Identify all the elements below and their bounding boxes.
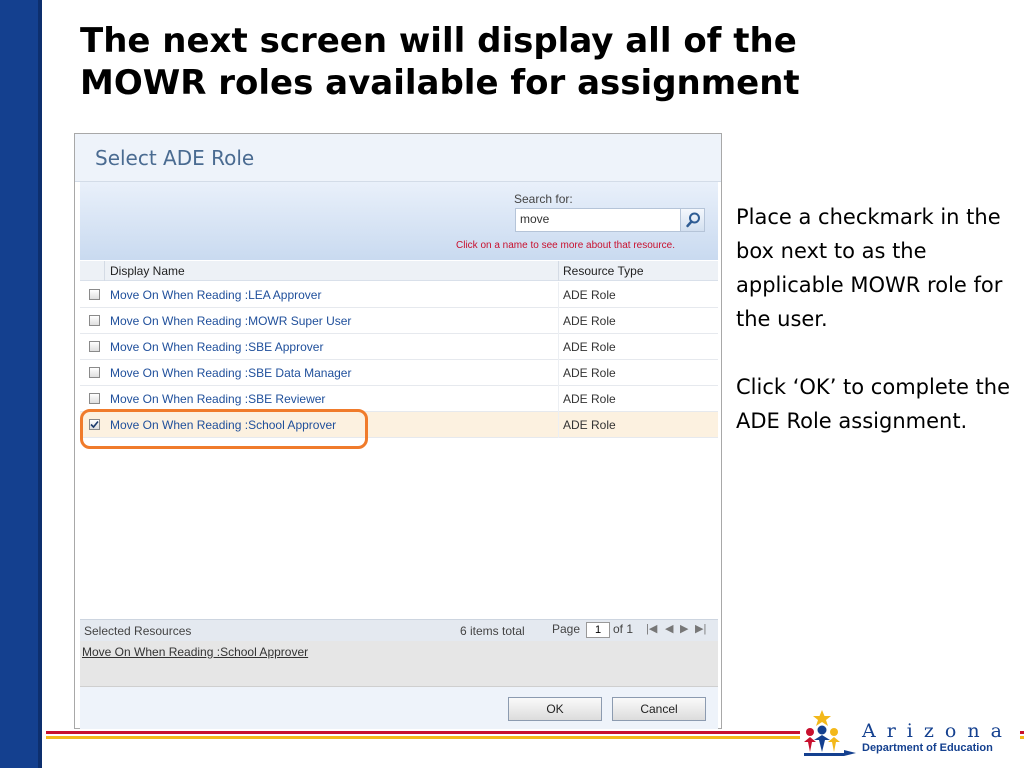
column-separator	[558, 360, 559, 386]
ok-button[interactable]: OK	[508, 697, 602, 721]
column-separator	[104, 261, 105, 281]
checkmark-icon	[90, 420, 99, 429]
row-checkbox[interactable]	[89, 341, 100, 352]
column-separator	[558, 282, 559, 308]
logo-wordmark: Arizona	[862, 720, 1013, 742]
column-header-display-name[interactable]: Display Name	[110, 264, 185, 278]
arizona-ade-logo-icon	[804, 710, 856, 756]
logo-subtitle: Department of Education	[862, 742, 993, 754]
slide-left-bar	[0, 0, 42, 768]
items-total: 6 items total	[460, 624, 525, 638]
table-row[interactable]: Move On When Reading :SBE Reviewer ADE R…	[80, 386, 718, 412]
prev-page-icon[interactable]: ◀	[665, 622, 673, 635]
slide-title-line-1: The next screen will display all of the	[80, 21, 797, 61]
pager-bar: Selected Resources 6 items total Page of…	[80, 619, 718, 641]
next-page-icon[interactable]: ▶	[680, 622, 688, 635]
column-separator	[558, 334, 559, 360]
page-of-label: of 1	[613, 622, 634, 636]
first-page-icon[interactable]: |◀	[646, 622, 657, 635]
dialog-title: Select ADE Role	[95, 146, 255, 170]
table-row[interactable]: Move On When Reading :SBE Approver ADE R…	[80, 334, 718, 360]
row-display-name-link[interactable]: Move On When Reading :LEA Approver	[110, 288, 321, 302]
arizona-ade-logo: Arizona Department of Education	[800, 704, 1020, 764]
search-box	[515, 208, 705, 232]
selected-resources-label: Selected Resources	[84, 624, 192, 638]
select-ade-role-dialog: Select ADE Role Search for: Click on a n…	[74, 133, 722, 729]
row-checkbox[interactable]	[89, 289, 100, 300]
row-display-name-link[interactable]: Move On When Reading :School Approver	[110, 418, 336, 432]
row-display-name-link[interactable]: Move On When Reading :SBE Approver	[110, 340, 323, 354]
selected-resource-item[interactable]: Move On When Reading :School Approver	[82, 645, 308, 659]
row-checkbox[interactable]	[89, 367, 100, 378]
instructions-text: Place a checkmark in the box next to as …	[736, 200, 1024, 472]
column-separator	[558, 412, 559, 438]
instruction-1: Place a checkmark in the box next to as …	[736, 205, 1003, 331]
row-resource-type: ADE Role	[563, 366, 616, 380]
cancel-button[interactable]: Cancel	[612, 697, 706, 721]
column-header-resource-type[interactable]: Resource Type	[563, 264, 644, 278]
row-resource-type: ADE Role	[563, 288, 616, 302]
row-checkbox[interactable]	[89, 393, 100, 404]
column-separator	[558, 308, 559, 334]
search-icon	[686, 212, 700, 228]
column-separator	[558, 386, 559, 412]
row-checkbox-checked[interactable]	[89, 419, 100, 430]
table-header: Display Name Resource Type	[80, 261, 718, 281]
page-number-input[interactable]	[586, 622, 610, 638]
row-resource-type: ADE Role	[563, 340, 616, 354]
search-button[interactable]	[680, 209, 704, 231]
slide-title: The next screen will display all of the …	[80, 20, 940, 104]
row-display-name-link[interactable]: Move On When Reading :SBE Reviewer	[110, 392, 325, 406]
row-resource-type: ADE Role	[563, 418, 616, 432]
last-page-icon[interactable]: ▶|	[695, 622, 706, 635]
table-row[interactable]: Move On When Reading :SBE Data Manager A…	[80, 360, 718, 386]
dialog-footer: OK Cancel	[80, 687, 718, 729]
selected-resources-list: Move On When Reading :School Approver	[80, 641, 718, 687]
table-row[interactable]: Move On When Reading :LEA Approver ADE R…	[80, 282, 718, 308]
search-hint: Click on a name to see more about that r…	[456, 240, 676, 251]
instruction-2: Click ‘OK’ to complete the ADE Role assi…	[736, 375, 1011, 433]
slide-title-line-2: MOWR roles available for assignment	[80, 63, 800, 103]
table-row[interactable]: Move On When Reading :MOWR Super User AD…	[80, 308, 718, 334]
row-display-name-link[interactable]: Move On When Reading :MOWR Super User	[110, 314, 351, 328]
dialog-header: Select ADE Role	[75, 134, 721, 182]
search-input[interactable]	[520, 212, 680, 226]
roles-table: Display Name Resource Type Move On When …	[80, 261, 718, 619]
row-display-name-link[interactable]: Move On When Reading :SBE Data Manager	[110, 366, 351, 380]
search-panel: Search for: Click on a name to see more …	[80, 182, 718, 260]
row-resource-type: ADE Role	[563, 392, 616, 406]
table-row-selected[interactable]: Move On When Reading :School Approver AD…	[80, 412, 718, 438]
search-label: Search for:	[514, 192, 573, 206]
row-resource-type: ADE Role	[563, 314, 616, 328]
page-label: Page	[552, 622, 581, 636]
row-checkbox[interactable]	[89, 315, 100, 326]
column-separator	[558, 261, 559, 281]
